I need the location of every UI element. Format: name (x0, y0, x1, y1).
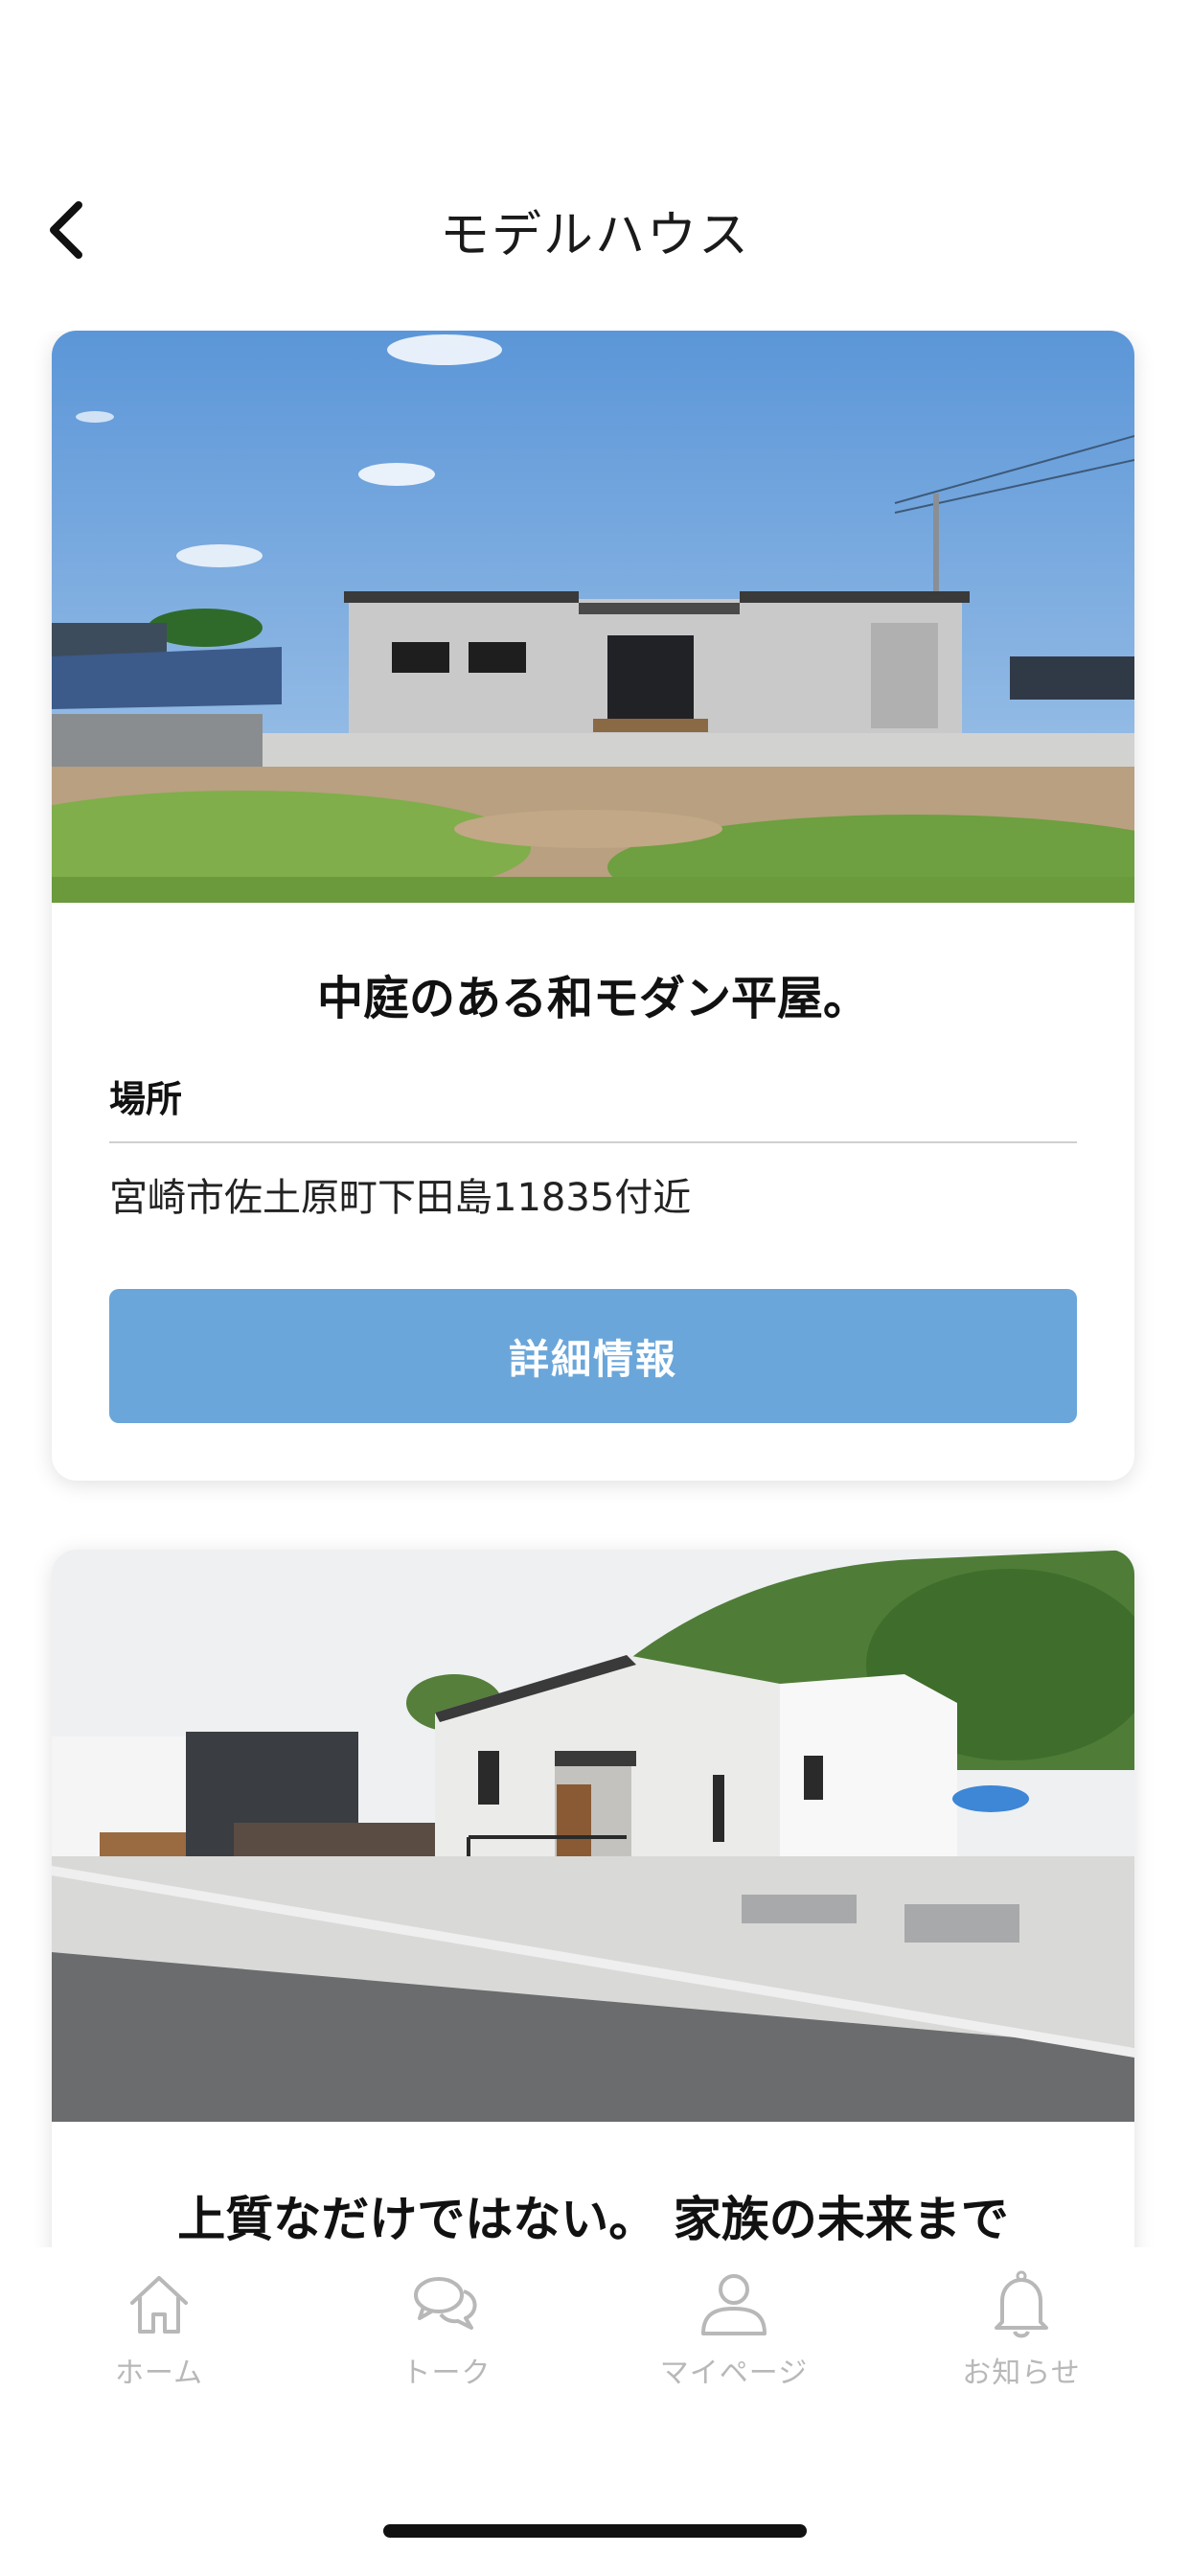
user-icon (701, 2274, 767, 2335)
location-value: 宮崎市佐土原町下田島11835付近 (109, 1176, 692, 1220)
tab-talk[interactable]: トーク (303, 2266, 590, 2410)
tab-label: お知らせ (962, 2357, 1081, 2390)
home-indicator[interactable] (383, 2524, 807, 2538)
home-icon (130, 2276, 188, 2334)
tab-label: ホーム (114, 2357, 204, 2390)
tab-notifications[interactable]: お知らせ (878, 2266, 1165, 2410)
card-title: 中庭のある和モダン平屋。 (316, 972, 869, 1025)
tab-home[interactable]: ホーム (15, 2266, 303, 2410)
header: モデルハウス (0, 168, 1190, 292)
model-house-card[interactable]: 中庭のある和モダン平屋。 場所 宮崎市佐土原町下田島11835付近 詳細情報 (52, 331, 1134, 1481)
chat-bubbles-icon (414, 2277, 477, 2330)
model-house-card[interactable]: 上質なだけではない。 家族の未来まで (52, 1550, 1134, 2247)
page-title: モデルハウス (439, 207, 750, 264)
tab-label: マイページ (659, 2357, 809, 2390)
card-title: 上質なだけではない。 家族の未来まで (177, 2192, 1009, 2247)
divider (109, 1141, 1077, 1143)
house-photo (52, 331, 1134, 903)
model-house-list[interactable]: 中庭のある和モダン平屋。 場所 宮崎市佐土原町下田島11835付近 詳細情報 上… (0, 331, 1190, 2247)
detail-info-button[interactable]: 詳細情報 (109, 1289, 1077, 1423)
tab-mypage[interactable]: マイページ (590, 2266, 878, 2410)
location-label: 場所 (109, 1078, 183, 1120)
bell-icon (995, 2270, 1048, 2338)
house-photo (52, 1550, 1134, 2122)
tab-label: トーク (401, 2357, 492, 2390)
model-house-screen: モデルハウス 中庭のある和モダン平屋。 場所 宮崎市佐土原町下田島11835付近… (0, 0, 1190, 2576)
